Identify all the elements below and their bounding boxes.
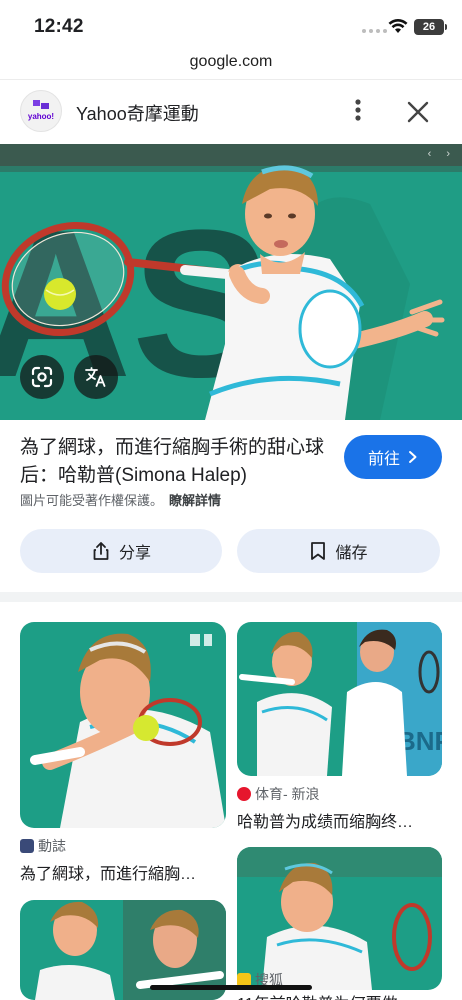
source-name: 動誌 (38, 838, 66, 854)
carousel-chevrons: ‹ › (427, 148, 456, 160)
status-bar: 12:42 26 (0, 0, 462, 48)
wifi-icon (388, 18, 408, 33)
source-favicon-icon (20, 839, 34, 853)
close-icon[interactable] (404, 98, 432, 126)
save-label: 儲存 (335, 545, 368, 562)
battery-icon: 26 (414, 19, 444, 35)
related-image-3[interactable] (237, 847, 442, 990)
google-lens-button[interactable] (20, 355, 64, 399)
related-source-1: 動誌 (20, 836, 66, 856)
copyright-notice: 圖片可能受著作權保護。 瞭解詳情 (20, 490, 221, 509)
yahoo-logo-icon: yahoo! (28, 100, 54, 121)
source-name: 体育- 新浪 (255, 786, 320, 802)
translate-icon (85, 367, 106, 387)
related-title-2[interactable]: 哈勒普为成绩而缩胸终… (237, 808, 442, 832)
visit-button[interactable]: 前往 (344, 435, 442, 479)
related-image-2[interactable]: BNP (237, 622, 442, 776)
lens-icon (31, 366, 53, 388)
visit-button-label: 前往 (367, 451, 400, 468)
share-icon (93, 542, 109, 560)
result-title[interactable]: 為了網球，而進行縮胸手術的甜心球后：哈勒普(Simona Halep) (20, 434, 330, 490)
share-button[interactable]: 分享 (20, 529, 222, 573)
cellular-signal-icon (362, 29, 387, 33)
related-photo-1 (20, 622, 226, 828)
related-title-1[interactable]: 為了網球，而進行縮胸… (20, 860, 226, 884)
site-logo: yahoo! (20, 90, 62, 132)
url-bar[interactable]: google.com (0, 48, 462, 80)
copyright-text: 圖片可能受著作權保護。 (20, 493, 164, 508)
weibo-icon (237, 787, 251, 801)
translate-button[interactable] (74, 355, 118, 399)
home-indicator[interactable] (150, 985, 312, 990)
related-source-2: 体育- 新浪 (237, 784, 320, 804)
status-time: 12:42 (34, 16, 84, 37)
logo-text: yahoo! (28, 112, 54, 121)
bookmark-icon (311, 542, 326, 560)
related-image-1[interactable] (20, 622, 226, 828)
more-options-icon[interactable] (348, 96, 368, 124)
chevron-right-icon (409, 451, 417, 463)
site-name: Yahoo奇摩運動 (76, 104, 199, 124)
result-header: yahoo! Yahoo奇摩運動 (0, 80, 462, 144)
related-photo-2: BNP (237, 622, 442, 776)
section-divider (0, 592, 462, 602)
battery-tip (445, 24, 447, 30)
hero-image[interactable]: AS ‹ › (0, 144, 462, 420)
save-button[interactable]: 儲存 (237, 529, 440, 573)
related-photo-3 (237, 847, 442, 990)
related-title-3[interactable]: 11年前哈勒普为何要做… (237, 990, 442, 1000)
tennis-photo: AS (0, 144, 462, 420)
share-label: 分享 (118, 545, 151, 562)
learn-more-link[interactable]: 瞭解詳情 (169, 493, 221, 508)
